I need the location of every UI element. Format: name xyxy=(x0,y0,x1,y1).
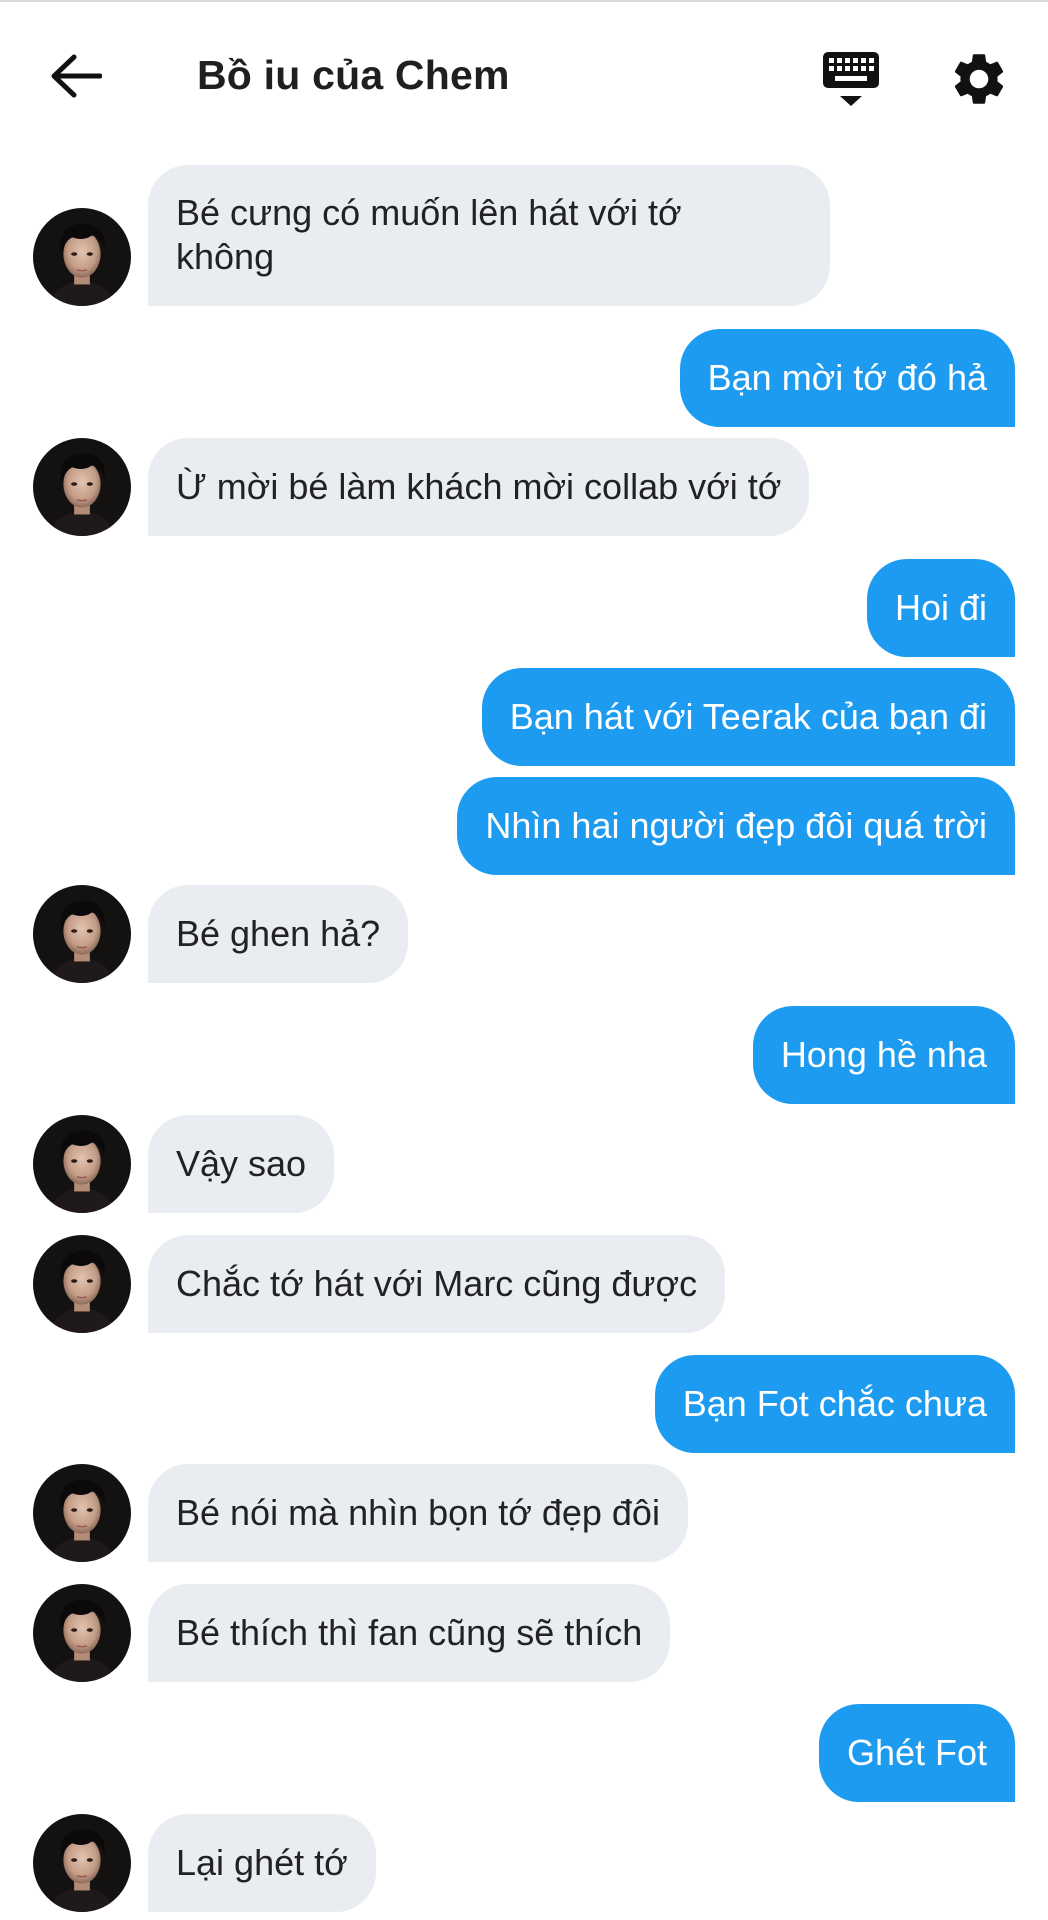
message-text: Bé nói mà nhìn bọn tớ đẹp đôi xyxy=(176,1492,660,1533)
chat-header: Bồ iu của Chem xyxy=(0,2,1048,152)
outgoing-message[interactable]: Ghét Fot xyxy=(818,1704,1015,1802)
message-text: Bé ghen hả? xyxy=(176,913,381,954)
message-text: Vậy sao xyxy=(176,1143,307,1184)
contact-avatar[interactable] xyxy=(33,885,131,983)
avatar-photo xyxy=(33,208,131,306)
incoming-message[interactable]: Bé nói mà nhìn bọn tớ đẹp đôi xyxy=(148,1464,688,1562)
arrow-left-icon xyxy=(51,54,102,98)
incoming-message[interactable]: Lại ghét tớ xyxy=(148,1814,376,1912)
message-text: Bé thích thì fan cũng sẽ thích xyxy=(176,1612,643,1653)
message-text: Bạn mời tớ đó hả xyxy=(707,357,987,398)
message-text: Lại ghét tớ xyxy=(176,1842,348,1883)
avatar-photo xyxy=(33,1814,131,1912)
contact-avatar[interactable] xyxy=(33,1464,131,1562)
message-line: không xyxy=(176,236,275,277)
settings-button[interactable] xyxy=(948,48,1010,110)
message-text: Ghét Fot xyxy=(846,1732,987,1773)
incoming-message[interactable]: Bé cưng có muốn lên hát với tớ không xyxy=(148,165,830,306)
avatar-photo xyxy=(33,1235,131,1333)
gear-icon xyxy=(954,54,1004,104)
incoming-message[interactable]: Chắc tớ hát với Marc cũng được xyxy=(148,1235,726,1333)
avatar-photo xyxy=(33,1584,131,1682)
outgoing-message[interactable]: Nhìn hai người đẹp đôi quá trời xyxy=(457,777,1015,875)
message-text: Hoi đi xyxy=(894,587,987,628)
message-line: Bé cưng có muốn lên hát với tớ xyxy=(176,192,682,233)
avatar-photo xyxy=(33,885,131,983)
avatar-photo xyxy=(33,438,131,536)
avatar-photo xyxy=(33,1115,131,1213)
incoming-message[interactable]: Ừ mời bé làm khách mời collab với tớ xyxy=(148,438,810,536)
incoming-message[interactable]: Bé ghen hả? xyxy=(148,885,409,983)
keyboard-icon xyxy=(823,52,879,106)
back-button[interactable] xyxy=(40,40,112,112)
incoming-message[interactable]: Vậy sao xyxy=(148,1115,335,1213)
keyboard-button[interactable] xyxy=(818,46,884,112)
message-text: Ừ mời bé làm khách mời collab với tớ xyxy=(176,466,782,507)
contact-avatar[interactable] xyxy=(33,1584,131,1682)
message-text: Chắc tớ hát với Marc cũng được xyxy=(176,1263,698,1304)
contact-avatar[interactable] xyxy=(33,208,131,306)
incoming-message[interactable]: Bé thích thì fan cũng sẽ thích xyxy=(148,1584,671,1682)
message-text: Bạn hát với Teerak của bạn đi xyxy=(509,696,987,737)
message-text: Hong hề nha xyxy=(780,1034,987,1075)
outgoing-message[interactable]: Bạn mời tớ đó hả xyxy=(679,329,1015,427)
avatar-photo xyxy=(33,1464,131,1562)
chat-title: Bồ iu của Chem xyxy=(197,52,510,98)
outgoing-message[interactable]: Bạn Fot chắc chưa xyxy=(654,1355,1015,1453)
outgoing-message[interactable]: Hong hề nha xyxy=(752,1006,1015,1104)
message-text: Bạn Fot chắc chưa xyxy=(682,1383,987,1424)
contact-avatar[interactable] xyxy=(33,1115,131,1213)
contact-avatar[interactable] xyxy=(33,438,131,536)
contact-avatar[interactable] xyxy=(33,1814,131,1912)
message-text: Nhìn hai người đẹp đôi quá trời xyxy=(485,805,987,846)
contact-avatar[interactable] xyxy=(33,1235,131,1333)
outgoing-message[interactable]: Bạn hát với Teerak của bạn đi xyxy=(481,668,1015,766)
outgoing-message[interactable]: Hoi đi xyxy=(866,559,1015,657)
